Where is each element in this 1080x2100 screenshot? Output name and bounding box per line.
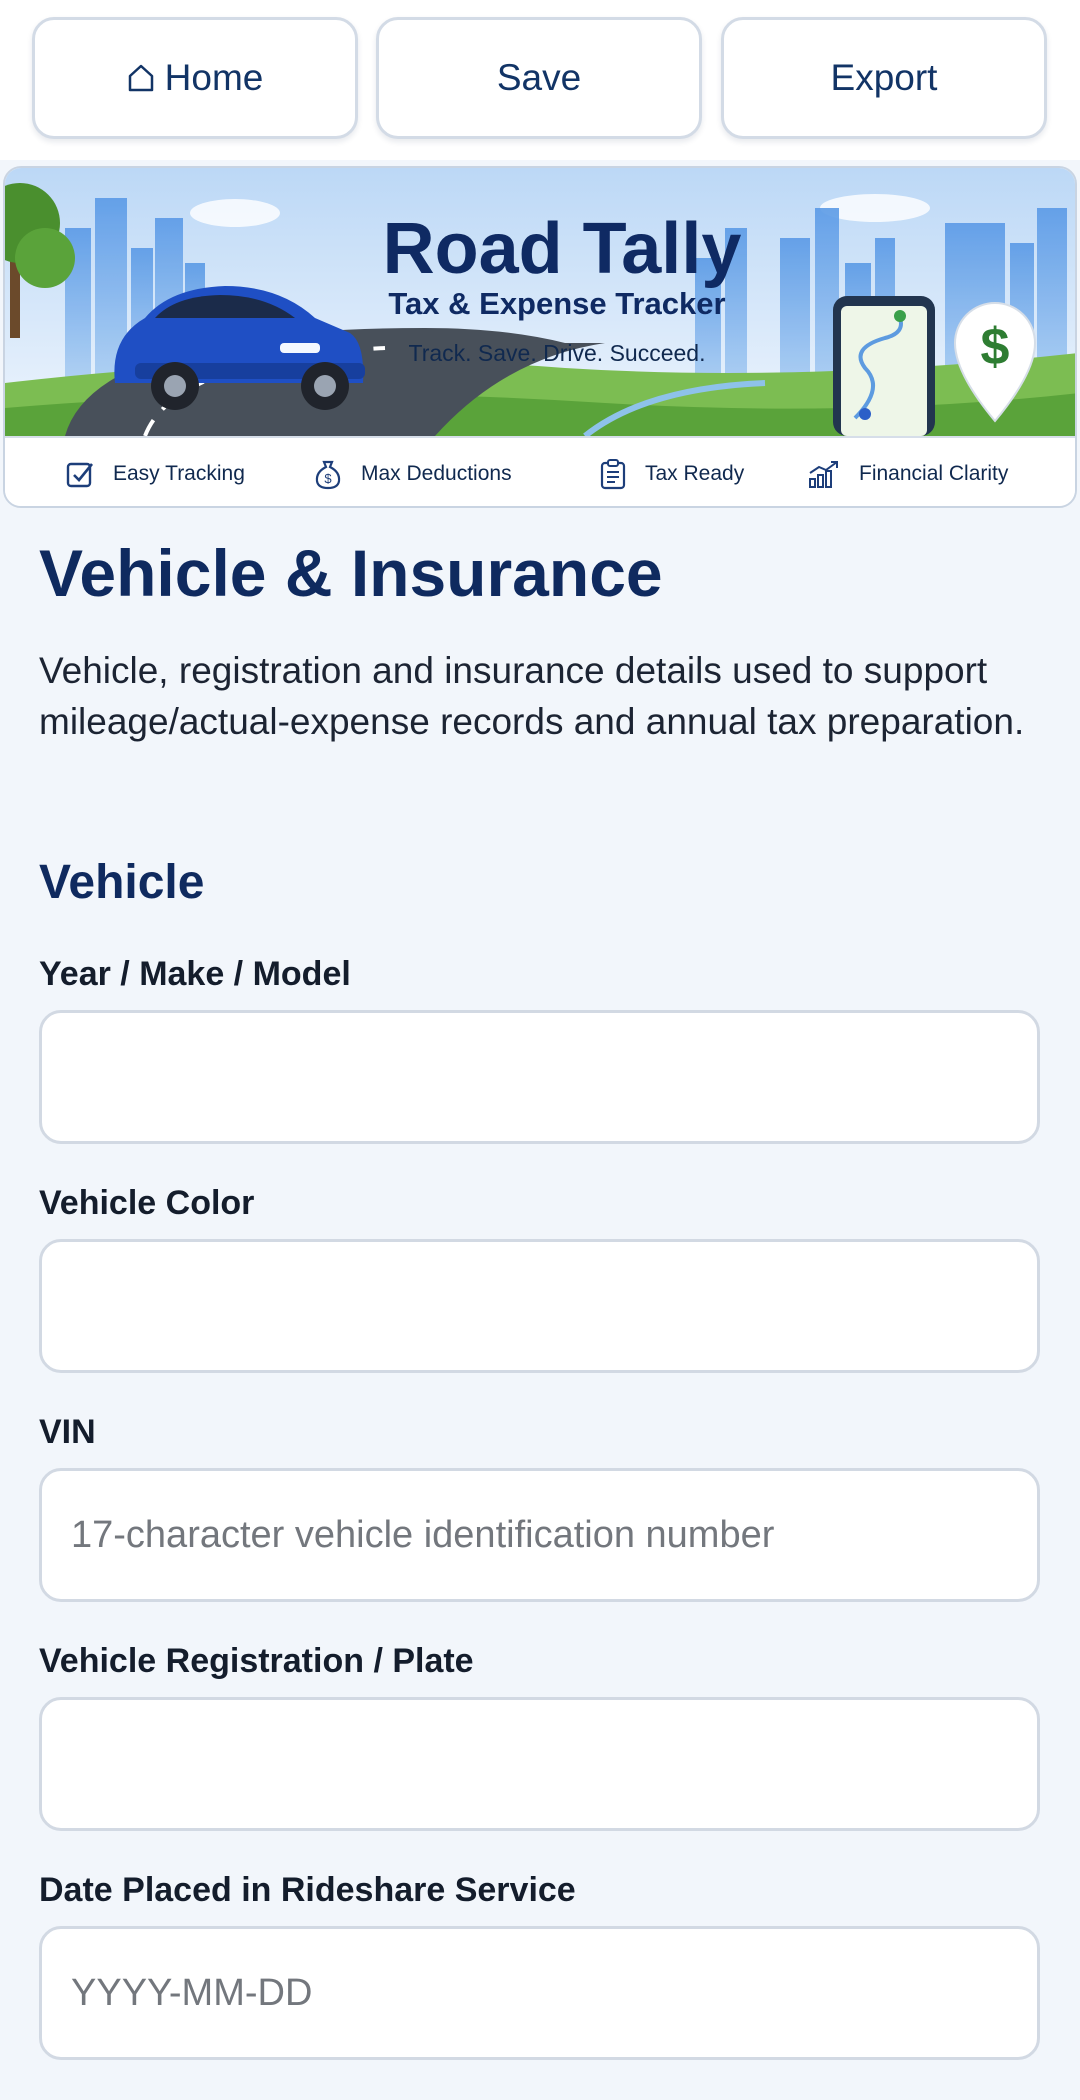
date-placed-in-service-label: Date Placed in Rideshare Service xyxy=(39,1871,576,1909)
vehicle-color-label: Vehicle Color xyxy=(39,1184,255,1222)
vehicle-color-input[interactable] xyxy=(39,1239,1040,1373)
feature-label: Max Deductions xyxy=(361,462,512,485)
feature-financial-clarity: Financial Clarity xyxy=(807,438,1009,506)
vin-label: VIN xyxy=(39,1413,96,1451)
svg-text:$: $ xyxy=(324,471,332,486)
feature-max-deductions: $ Max Deductions xyxy=(313,438,512,506)
clipboard-icon xyxy=(599,458,627,490)
growth-chart-icon xyxy=(807,459,841,489)
feature-easy-tracking: Easy Tracking xyxy=(65,438,245,506)
page-description: Vehicle, registration and insurance deta… xyxy=(39,650,1025,742)
home-button[interactable]: Home xyxy=(32,17,358,139)
feature-label: Tax Ready xyxy=(645,462,745,485)
top-toolbar: Home Save Export xyxy=(0,0,1080,160)
app-banner: $ Road Tally Tax & Expense Tracker Track… xyxy=(3,166,1077,508)
banner-subtitle: Tax & Expense Tracker xyxy=(388,286,726,321)
year-make-model-label: Year / Make / Model xyxy=(39,955,351,993)
checkbox-icon xyxy=(65,459,95,489)
date-placed-in-service-input[interactable] xyxy=(39,1926,1040,2060)
banner-tagline: Track. Save. Drive. Succeed. xyxy=(408,340,706,366)
money-bag-icon: $ xyxy=(313,458,343,490)
export-button-label: Export xyxy=(830,57,938,98)
home-button-label: Home xyxy=(164,57,264,98)
registration-plate-label: Vehicle Registration / Plate xyxy=(39,1642,474,1680)
export-button[interactable]: Export xyxy=(721,17,1047,139)
save-button[interactable]: Save xyxy=(376,17,702,139)
vin-input[interactable] xyxy=(39,1468,1040,1602)
feature-label: Financial Clarity xyxy=(859,462,1009,485)
section-title-vehicle: Vehicle xyxy=(39,856,205,909)
feature-label: Easy Tracking xyxy=(113,462,245,485)
save-button-label: Save xyxy=(496,57,582,98)
banner-title: Road Tally xyxy=(382,209,742,289)
page-title: Vehicle & Insurance xyxy=(39,536,663,610)
home-icon xyxy=(127,63,155,93)
feature-strip: Easy Tracking $ Max Deductions Tax Ready… xyxy=(5,436,1075,506)
year-make-model-input[interactable] xyxy=(39,1010,1040,1144)
feature-tax-ready: Tax Ready xyxy=(599,438,745,506)
registration-plate-input[interactable] xyxy=(39,1697,1040,1831)
